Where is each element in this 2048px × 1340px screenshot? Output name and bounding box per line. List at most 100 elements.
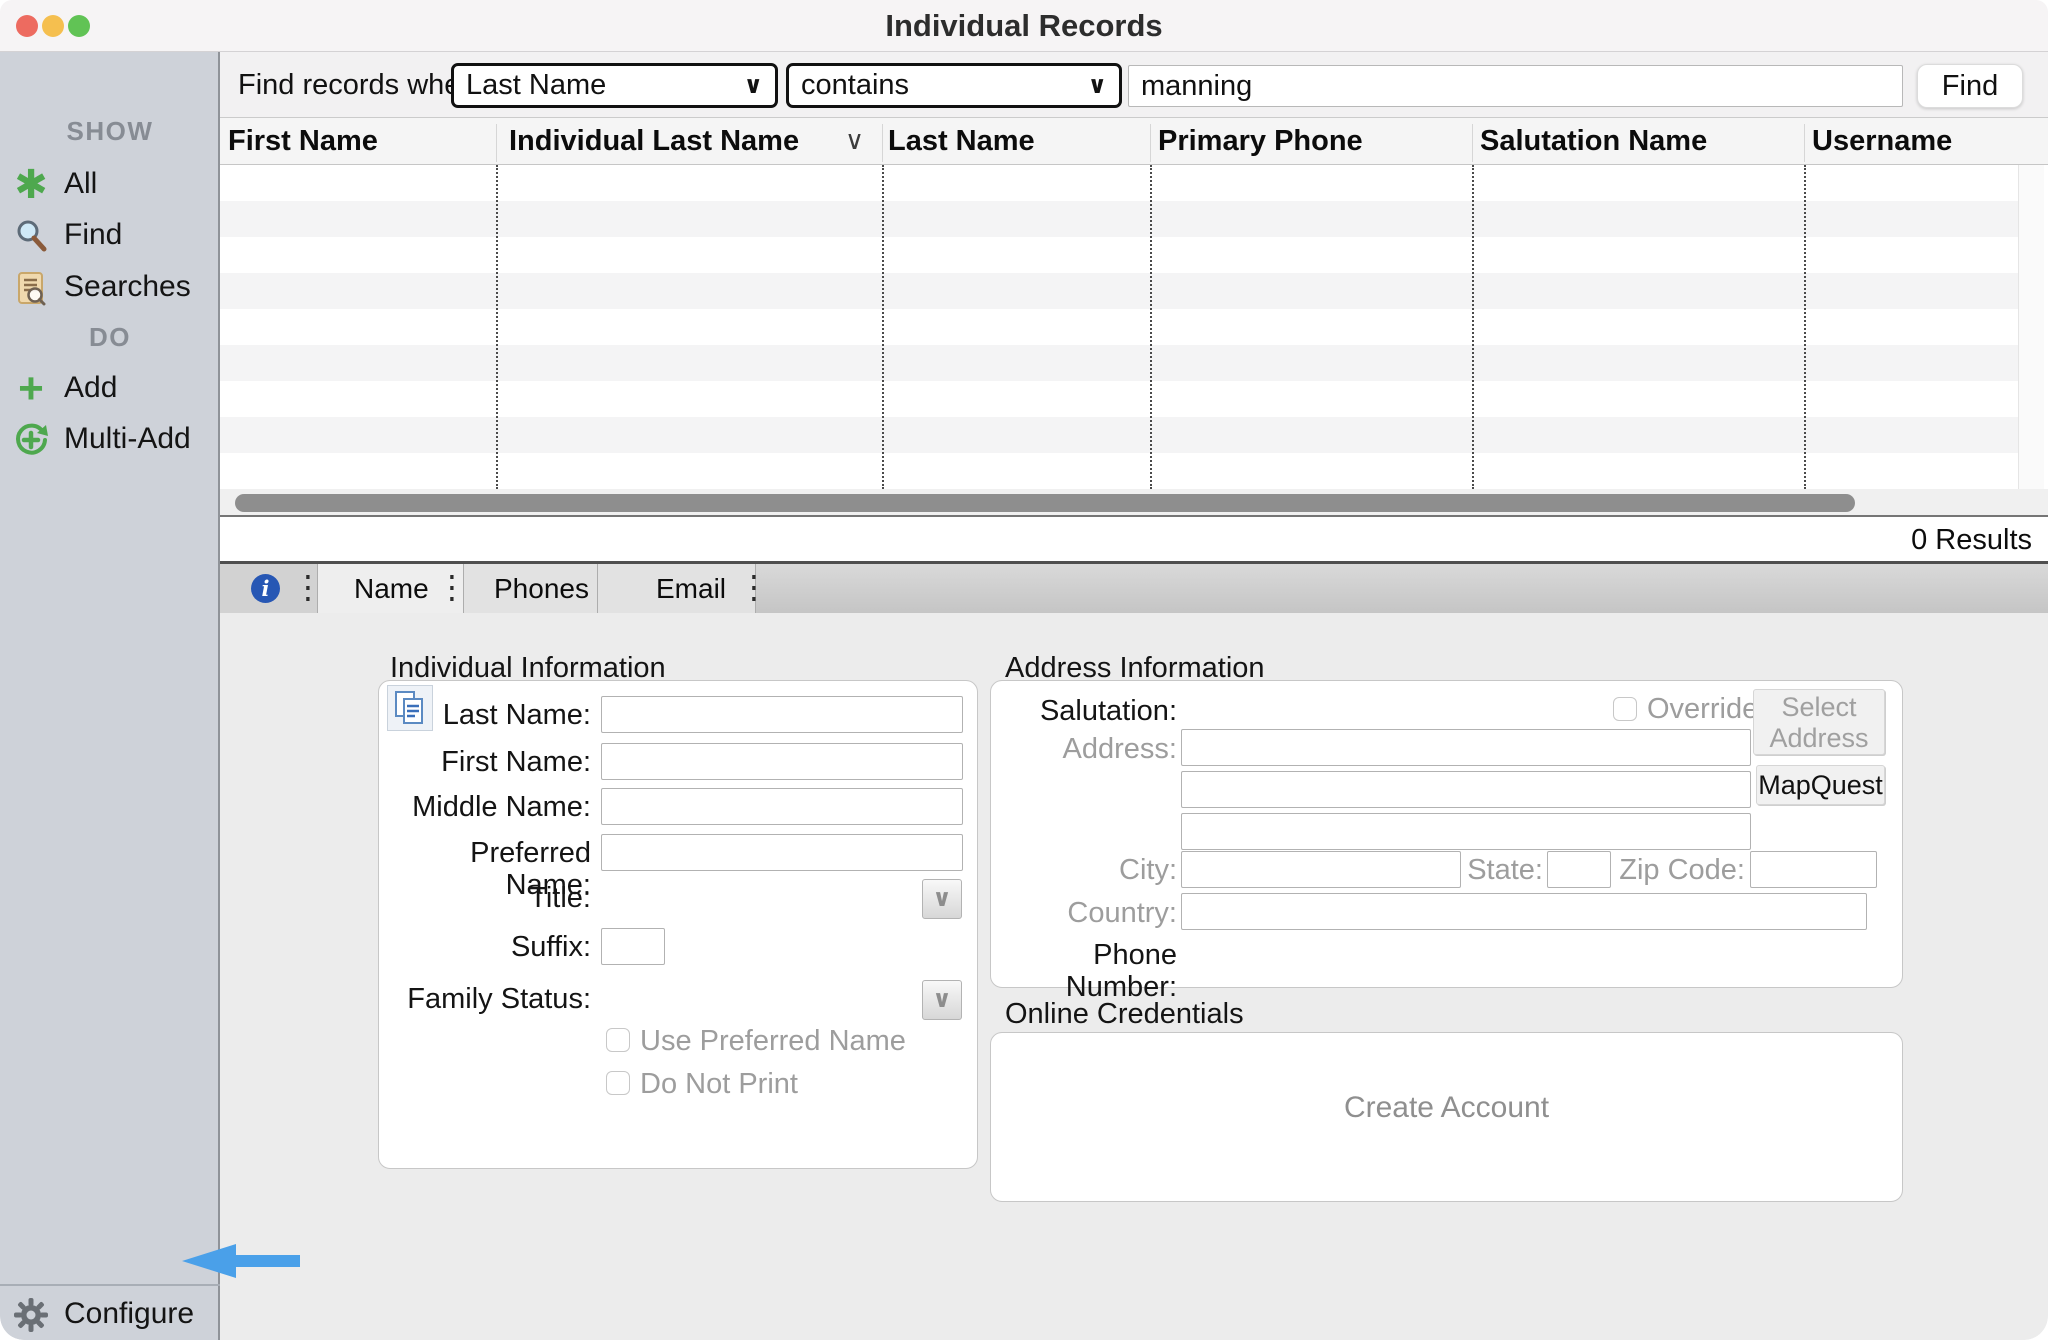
- tab-phones[interactable]: Phones ⋮: [463, 564, 597, 613]
- tab-email[interactable]: Email ⋮: [597, 564, 756, 613]
- horizontal-scrollbar-track[interactable]: [220, 489, 2048, 517]
- horizontal-scrollbar-thumb[interactable]: [235, 494, 1855, 512]
- country-input[interactable]: [1181, 893, 1867, 930]
- override-label: Override: [1647, 694, 1758, 724]
- tab-name[interactable]: Name ⋮: [317, 564, 463, 613]
- results-count: 0 Results: [1911, 519, 2032, 561]
- sidebar-item-multi-add[interactable]: Multi-Add: [0, 419, 220, 459]
- select-address-button[interactable]: Select Address: [1753, 689, 1885, 755]
- first-name-input[interactable]: [601, 743, 963, 780]
- plus-icon: +: [12, 370, 50, 408]
- search-prefix-label: Find records where: [238, 52, 486, 118]
- multi-add-icon: [12, 421, 50, 459]
- address-line2-input[interactable]: [1181, 771, 1751, 808]
- sidebar-item-label: All: [64, 164, 97, 204]
- last-name-input[interactable]: [601, 696, 963, 733]
- suffix-input[interactable]: [601, 928, 665, 965]
- chevron-down-icon: ∨: [932, 885, 952, 912]
- sidebar-divider: [0, 1284, 220, 1286]
- middle-name-input[interactable]: [601, 788, 963, 825]
- column-header-username[interactable]: Username: [1812, 118, 1952, 165]
- individual-records-window: Individual Records SHOW ✱ All Find: [0, 0, 2048, 1340]
- state-input[interactable]: [1547, 851, 1611, 888]
- address-line3-input[interactable]: [1181, 813, 1751, 850]
- column-divider: [1804, 165, 1806, 489]
- sidebar-section-show: SHOW: [0, 114, 220, 148]
- vertical-scrollbar-track[interactable]: [2018, 165, 2044, 489]
- sidebar-item-label: Multi-Add: [64, 419, 191, 459]
- column-divider: [496, 165, 498, 489]
- column-divider: [1472, 165, 1474, 489]
- address-label: Address:: [991, 733, 1177, 765]
- sidebar-item-searches[interactable]: Searches: [0, 267, 220, 307]
- tab-label: Email: [656, 564, 726, 613]
- sidebar-item-configure[interactable]: Configure: [0, 1294, 220, 1334]
- sidebar-item-label: Find: [64, 215, 122, 255]
- column-header-individual-last-name[interactable]: Individual Last Name: [509, 118, 799, 165]
- override-checkbox[interactable]: [1613, 697, 1637, 721]
- do-not-print-checkbox[interactable]: [606, 1071, 630, 1095]
- sidebar-item-add[interactable]: + Add: [0, 368, 220, 408]
- find-button[interactable]: Find: [1917, 64, 2023, 108]
- address-line1-input[interactable]: [1181, 729, 1751, 766]
- city-label: City:: [991, 854, 1177, 886]
- tab-label: Phones: [494, 564, 589, 613]
- do-not-print-label: Do Not Print: [640, 1069, 798, 1099]
- search-operator-dropdown[interactable]: contains ∨: [786, 63, 1122, 108]
- magnifier-icon: [12, 217, 50, 255]
- info-icon: i: [251, 574, 280, 603]
- state-label: State:: [1443, 854, 1543, 886]
- sidebar-item-label: Add: [64, 368, 117, 408]
- saved-searches-icon: [12, 269, 50, 307]
- asterisk-icon: ✱: [12, 166, 50, 204]
- results-table-body[interactable]: [220, 165, 2018, 489]
- chevron-down-icon: ∨: [1088, 66, 1108, 105]
- country-label: Country:: [991, 897, 1177, 929]
- middle-name-label: Middle Name:: [379, 791, 591, 823]
- create-account-label[interactable]: Create Account: [991, 1091, 1902, 1125]
- sidebar-item-find[interactable]: Find: [0, 215, 220, 255]
- address-information-panel: Salutation: Override Select Address Addr…: [990, 680, 1903, 988]
- family-status-label: Family Status:: [379, 983, 591, 1015]
- first-name-label: First Name:: [379, 746, 591, 778]
- individual-information-panel: Last Name: First Name: Middle Name: Pref…: [378, 680, 978, 1169]
- column-header-last-name[interactable]: Last Name: [888, 118, 1035, 165]
- online-credentials-panel: Create Account: [990, 1032, 1903, 1202]
- results-table-header: First Name Individual Last Name ∨ Last N…: [220, 118, 2048, 165]
- title-dropdown-button[interactable]: ∨: [922, 879, 962, 919]
- preferred-name-input[interactable]: [601, 834, 963, 871]
- sidebar-item-label: Configure: [64, 1294, 194, 1334]
- gear-icon: [12, 1296, 50, 1334]
- window-title: Individual Records: [0, 0, 2048, 52]
- family-status-dropdown-button[interactable]: ∨: [922, 980, 962, 1020]
- search-field-value: Last Name: [466, 66, 606, 105]
- title-bar: Individual Records: [0, 0, 2048, 52]
- use-preferred-name-label: Use Preferred Name: [640, 1026, 906, 1056]
- use-preferred-name-checkbox[interactable]: [606, 1028, 630, 1052]
- drag-handle-icon[interactable]: ⋮: [738, 564, 770, 613]
- sidebar: SHOW ✱ All Find: [0, 52, 220, 1340]
- last-name-label: Last Name:: [379, 699, 591, 731]
- sort-chevron-icon[interactable]: ∨: [845, 118, 864, 165]
- column-header-first-name[interactable]: First Name: [228, 118, 378, 165]
- zip-code-input[interactable]: [1750, 851, 1877, 888]
- phone-number-label: Phone Number:: [991, 939, 1177, 971]
- chevron-down-icon: ∨: [744, 66, 764, 105]
- sidebar-item-all[interactable]: ✱ All: [0, 164, 220, 204]
- info-tab[interactable]: i ⋮: [220, 564, 317, 613]
- detail-content-area: Individual Information Address Informati…: [220, 613, 2048, 1340]
- column-divider: [882, 165, 884, 489]
- detail-tab-bar: i ⋮ Name ⋮ Phones ⋮ Email ⋮: [220, 561, 2048, 613]
- search-operator-value: contains: [801, 66, 909, 105]
- annotation-arrow: [180, 1242, 302, 1280]
- column-header-primary-phone[interactable]: Primary Phone: [1158, 118, 1363, 165]
- search-field-dropdown[interactable]: Last Name ∨: [451, 63, 778, 108]
- zip-code-label: Zip Code:: [1606, 854, 1745, 886]
- search-query-input[interactable]: [1128, 65, 1903, 107]
- search-bar: Find records where Last Name ∨ contains …: [220, 52, 2048, 118]
- column-header-salutation-name[interactable]: Salutation Name: [1480, 118, 1707, 165]
- results-status-row: 0 Results: [220, 519, 2048, 561]
- mapquest-button[interactable]: MapQuest: [1756, 765, 1885, 805]
- city-input[interactable]: [1181, 851, 1461, 888]
- tab-label: Name: [354, 564, 429, 613]
